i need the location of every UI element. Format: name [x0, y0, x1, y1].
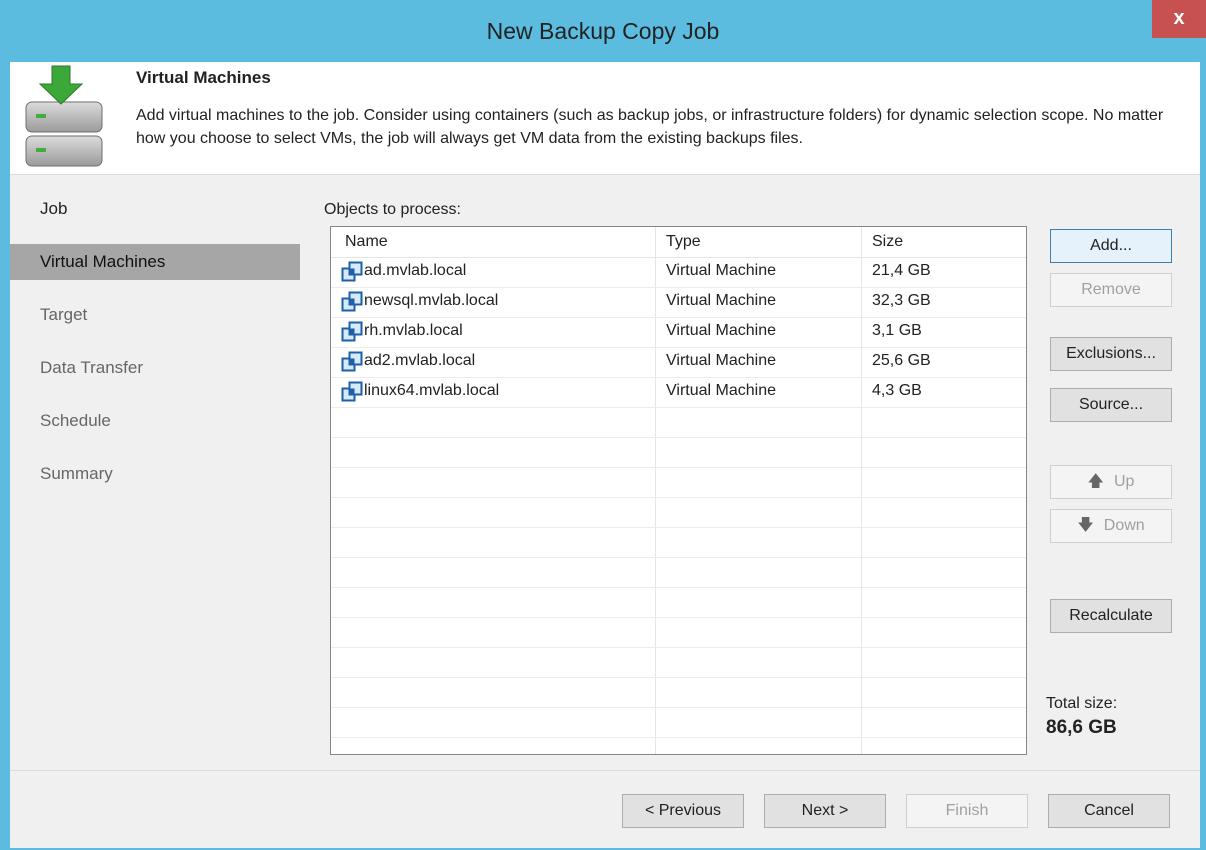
table-row[interactable]: ad.mvlab.local Virtual Machine 21,4 GB — [331, 257, 1026, 287]
previous-button[interactable]: < Previous — [622, 794, 744, 828]
column-header-name[interactable]: Name — [345, 233, 388, 251]
virtual-machine-icon — [341, 321, 363, 342]
cancel-button[interactable]: Cancel — [1048, 794, 1170, 828]
vm-name: rh.mvlab.local — [364, 322, 463, 339]
down-button-label: Down — [1103, 517, 1145, 534]
footer-divider — [10, 770, 1200, 771]
close-button[interactable]: x — [1152, 0, 1206, 38]
recalculate-button[interactable]: Recalculate — [1050, 599, 1172, 633]
vm-name: newsql.mvlab.local — [364, 292, 499, 309]
vm-type: Virtual Machine — [666, 322, 776, 339]
table-row[interactable]: ad2.mvlab.local Virtual Machine 25,6 GB — [331, 347, 1026, 377]
window-title: New Backup Copy Job — [486, 18, 720, 44]
step-summary[interactable]: Summary — [10, 456, 300, 492]
up-button[interactable]: 🡅 Up — [1050, 465, 1172, 499]
row-divider — [331, 437, 1026, 438]
row-divider — [331, 617, 1026, 618]
virtual-machine-icon — [341, 351, 363, 372]
total-size-label: Total size: — [1046, 695, 1118, 712]
row-divider — [331, 677, 1026, 678]
add-button[interactable]: Add... — [1050, 229, 1172, 263]
up-button-label: Up — [1114, 473, 1135, 490]
vm-type: Virtual Machine — [666, 352, 776, 369]
vm-size: 4,3 GB — [872, 382, 922, 399]
vm-size: 25,6 GB — [872, 352, 931, 369]
table-row[interactable]: linux64.mvlab.local Virtual Machine 4,3 … — [331, 377, 1026, 407]
source-button[interactable]: Source... — [1050, 388, 1172, 422]
objects-table[interactable]: Name Type Size ad.mvlab.local Virtual Ma… — [330, 226, 1027, 755]
title-bar[interactable]: New Backup Copy Job x — [0, 0, 1206, 62]
vm-name: linux64.mvlab.local — [364, 382, 500, 399]
arrow-down-icon: 🡇 — [1077, 517, 1094, 534]
total-size-value: 86,6 GB — [1046, 717, 1117, 738]
virtual-machine-icon — [341, 261, 363, 282]
dialog-client: Virtual Machines Add virtual machines to… — [10, 62, 1200, 848]
page-title: Virtual Machines — [136, 68, 271, 87]
column-header-size[interactable]: Size — [872, 233, 903, 251]
table-row[interactable]: rh.mvlab.local Virtual Machine 3,1 GB — [331, 317, 1026, 347]
row-divider — [331, 467, 1026, 468]
vm-type: Virtual Machine — [666, 382, 776, 399]
finish-button[interactable]: Finish — [906, 794, 1028, 828]
step-target[interactable]: Target — [10, 297, 300, 333]
objects-label: Objects to process: — [324, 201, 461, 218]
next-button[interactable]: Next > — [764, 794, 886, 828]
vm-name: ad.mvlab.local — [364, 262, 467, 279]
vm-size: 32,3 GB — [872, 292, 931, 309]
wizard-header: Virtual Machines Add virtual machines to… — [10, 62, 1200, 175]
row-divider — [331, 647, 1026, 648]
virtual-machine-icon — [341, 291, 363, 312]
row-divider — [331, 557, 1026, 558]
table-row[interactable]: newsql.mvlab.local Virtual Machine 32,3 … — [331, 287, 1026, 317]
step-job[interactable]: Job — [10, 191, 300, 227]
row-divider — [331, 527, 1026, 528]
row-divider — [331, 737, 1026, 738]
remove-button[interactable]: Remove — [1050, 273, 1172, 307]
virtual-machine-icon — [341, 381, 363, 402]
row-divider — [331, 707, 1026, 708]
column-header-type[interactable]: Type — [666, 233, 701, 251]
page-description: Add virtual machines to the job. Conside… — [136, 107, 1164, 147]
step-schedule[interactable]: Schedule — [10, 403, 300, 439]
row-divider — [331, 587, 1026, 588]
exclusions-button[interactable]: Exclusions... — [1050, 337, 1172, 371]
row-divider — [331, 497, 1026, 498]
down-button[interactable]: 🡇 Down — [1050, 509, 1172, 543]
column-divider — [1026, 227, 1027, 754]
vm-type: Virtual Machine — [666, 262, 776, 279]
vm-type: Virtual Machine — [666, 292, 776, 309]
table-header: Name Type Size — [331, 227, 1026, 258]
row-divider — [331, 407, 1026, 408]
dialog-window: New Backup Copy Job x Virtual Machines A… — [0, 0, 1206, 850]
vm-size: 21,4 GB — [872, 262, 931, 279]
step-virtual-machines[interactable]: Virtual Machines — [10, 244, 300, 280]
vm-size: 3,1 GB — [872, 322, 922, 339]
wizard-steps: Job Virtual Machines Target Data Transfe… — [10, 175, 300, 770]
step-data-transfer[interactable]: Data Transfer — [10, 350, 300, 386]
backup-server-download-icon — [25, 65, 103, 167]
arrow-up-icon: 🡅 — [1087, 473, 1104, 490]
vm-name: ad2.mvlab.local — [364, 352, 476, 369]
